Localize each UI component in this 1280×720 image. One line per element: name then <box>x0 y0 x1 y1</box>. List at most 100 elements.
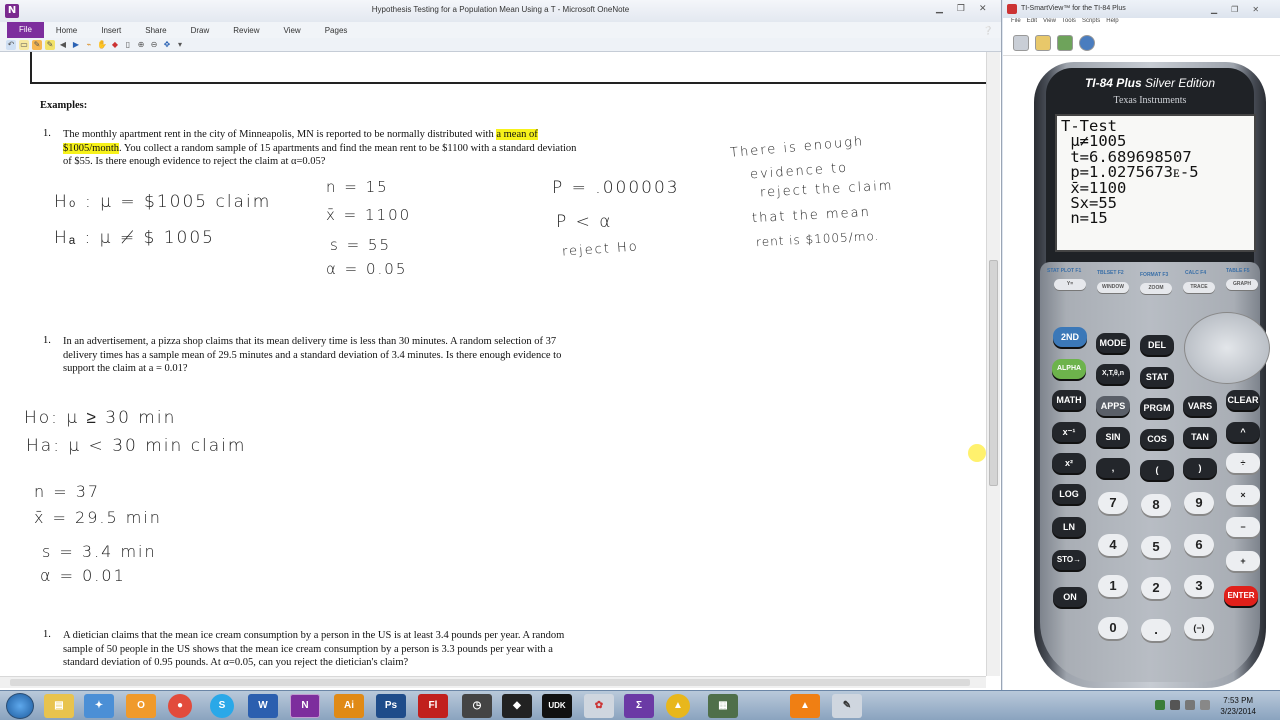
key-ln[interactable]: LN <box>1052 517 1086 537</box>
key-0[interactable]: 0 <box>1098 617 1128 639</box>
key-5[interactable]: 5 <box>1141 536 1171 558</box>
navigator-icon[interactable]: ▲ <box>666 694 690 718</box>
pan-icon[interactable]: ✋ <box>97 40 107 50</box>
tab-share[interactable]: Share <box>133 26 178 35</box>
customize-icon[interactable]: ▾ <box>175 40 185 50</box>
key-on[interactable]: ON <box>1053 587 1087 607</box>
tray-icon[interactable] <box>1155 700 1165 710</box>
vlc-icon[interactable]: ▲ <box>790 694 820 718</box>
new-icon[interactable] <box>1013 35 1029 51</box>
key-tan[interactable]: TAN <box>1183 427 1217 447</box>
key-x-inverse[interactable]: x⁻¹ <box>1052 422 1086 442</box>
key-divide[interactable]: ÷ <box>1226 453 1260 473</box>
system-clock[interactable]: 7:53 PM 3/23/2014 <box>1220 695 1256 717</box>
tray-icon[interactable] <box>1170 700 1180 710</box>
steam-icon[interactable]: ◆ <box>502 694 532 718</box>
scroll-thumb[interactable] <box>989 260 998 486</box>
network-icon[interactable] <box>1185 700 1195 710</box>
move-icon[interactable]: ✥ <box>162 40 172 50</box>
maximize-button[interactable]: ❐ <box>957 4 965 14</box>
horizontal-scrollbar[interactable] <box>0 676 986 688</box>
tab-view[interactable]: View <box>272 26 313 35</box>
menu-scripts[interactable]: Scripts <box>1082 18 1100 30</box>
skype-icon[interactable]: S <box>210 694 234 718</box>
app-icon[interactable]: ◷ <box>462 694 492 718</box>
undo-icon[interactable]: ↶ <box>6 39 16 50</box>
key-right-paren[interactable]: ) <box>1183 458 1217 478</box>
tab-pages[interactable]: Pages <box>313 26 360 35</box>
media-player-icon[interactable]: ✦ <box>84 694 114 718</box>
help-icon[interactable]: ❔ <box>983 26 993 35</box>
key-8[interactable]: 8 <box>1141 494 1171 516</box>
paint-icon[interactable]: ✿ <box>584 694 614 718</box>
capture-icon[interactable] <box>1057 35 1073 51</box>
key-xtn[interactable]: X,T,θ,n <box>1096 364 1130 384</box>
key-sin[interactable]: SIN <box>1096 427 1130 447</box>
start-button[interactable] <box>6 693 34 719</box>
menu-edit[interactable]: Edit <box>1027 18 1037 30</box>
key-3[interactable]: 3 <box>1184 575 1214 597</box>
reset-icon[interactable] <box>1079 35 1095 51</box>
key-add[interactable]: + <box>1226 551 1260 571</box>
key-4[interactable]: 4 <box>1098 534 1128 556</box>
key-trace[interactable]: TRACE <box>1183 282 1215 293</box>
key-subtract[interactable]: − <box>1226 517 1260 537</box>
key-window[interactable]: WINDOW <box>1097 282 1129 293</box>
key-2nd[interactable]: 2ND <box>1053 327 1087 347</box>
udk-icon[interactable]: UDK <box>542 694 572 718</box>
forward-icon[interactable]: ▶ <box>71 40 81 50</box>
highlighter-icon[interactable]: ✎ <box>45 39 55 50</box>
photoshop-icon[interactable]: Ps <box>376 694 406 718</box>
key-alpha[interactable]: ALPHA <box>1052 359 1086 379</box>
tab-file[interactable]: File <box>7 22 44 38</box>
menu-view[interactable]: View <box>1043 18 1056 30</box>
menu-file[interactable]: File <box>1011 18 1021 30</box>
arrow-pad[interactable] <box>1184 312 1270 384</box>
pen-icon[interactable]: ✎ <box>32 39 42 50</box>
key-sto[interactable]: STO→ <box>1052 550 1086 570</box>
zoom-out-icon[interactable]: ⊖ <box>149 40 159 50</box>
outlook-icon[interactable]: O <box>126 694 156 718</box>
lasso-icon[interactable]: ⌁ <box>84 40 94 50</box>
key-y-equals[interactable]: Y= <box>1054 279 1086 290</box>
key-9[interactable]: 9 <box>1184 492 1214 514</box>
flash-icon[interactable]: Fl <box>418 694 448 718</box>
volume-icon[interactable] <box>1200 700 1210 710</box>
tab-review[interactable]: Review <box>221 26 271 35</box>
menu-help[interactable]: Help <box>1106 18 1118 30</box>
minimize-button[interactable]: ▁ <box>1211 5 1217 14</box>
pen-taskbar-icon[interactable]: ✎ <box>832 694 862 718</box>
open-icon[interactable] <box>1035 35 1051 51</box>
close-button[interactable]: ✕ <box>979 4 987 14</box>
scroll-thumb[interactable] <box>10 679 970 686</box>
key-log[interactable]: LOG <box>1052 484 1086 504</box>
word-icon[interactable]: W <box>248 694 278 718</box>
key-enter[interactable]: ENTER <box>1224 586 1258 606</box>
key-zoom[interactable]: ZOOM <box>1140 283 1172 294</box>
key-negative[interactable]: (−) <box>1184 617 1214 639</box>
explorer-icon[interactable]: ▤ <box>44 694 74 718</box>
key-2[interactable]: 2 <box>1141 577 1171 599</box>
vertical-scrollbar[interactable] <box>986 52 1000 676</box>
key-clear[interactable]: CLEAR <box>1226 390 1260 410</box>
page-icon[interactable]: ▯ <box>123 40 133 50</box>
illustrator-icon[interactable]: Ai <box>334 694 364 718</box>
visual-studio-icon[interactable]: Σ <box>624 694 654 718</box>
select-icon[interactable]: ▭ <box>19 39 29 50</box>
chrome-icon[interactable]: ● <box>168 694 192 718</box>
maximize-button[interactable]: ❐ <box>1231 5 1238 14</box>
zoom-in-icon[interactable]: ⊕ <box>136 40 146 50</box>
tab-insert[interactable]: Insert <box>89 26 133 35</box>
key-left-paren[interactable]: ( <box>1140 460 1174 480</box>
key-mode[interactable]: MODE <box>1096 333 1130 353</box>
key-decimal[interactable]: . <box>1141 619 1171 641</box>
key-apps[interactable]: APPS <box>1096 396 1130 416</box>
key-comma[interactable]: , <box>1096 458 1130 478</box>
key-stat[interactable]: STAT <box>1140 367 1174 387</box>
app-icon[interactable]: ▦ <box>708 694 738 718</box>
page-canvas[interactable]: Examples: 1. The monthly apartment rent … <box>0 52 986 676</box>
key-6[interactable]: 6 <box>1184 534 1214 556</box>
key-1[interactable]: 1 <box>1098 575 1128 597</box>
minimize-button[interactable]: ▁ <box>936 4 943 14</box>
eraser-icon[interactable]: ◆ <box>110 40 120 50</box>
